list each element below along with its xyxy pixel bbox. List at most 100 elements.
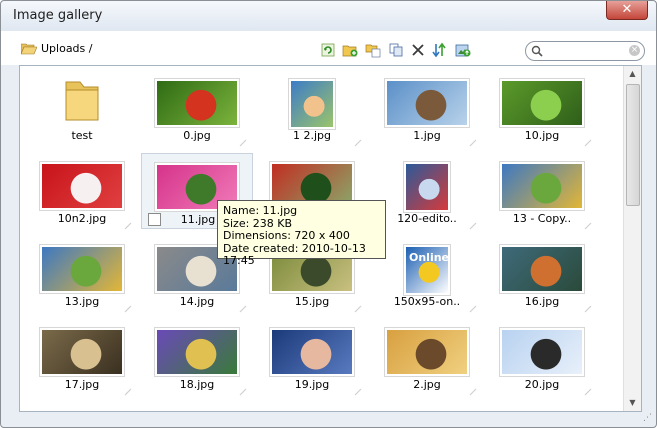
new-folder-icon[interactable] [342, 42, 358, 58]
thumbnail-image: Online [406, 247, 450, 293]
thumbnail-frame [499, 78, 585, 128]
image-thumbnail-item[interactable]: 16.jpg [486, 236, 598, 313]
item-label: 2.jpg [413, 378, 441, 391]
thumbnail-image [387, 81, 467, 125]
image-thumbnail-item[interactable]: 0.jpg [141, 70, 253, 147]
rename-icon[interactable] [469, 215, 477, 230]
clear-search-icon[interactable]: × [629, 45, 640, 56]
file-info-tooltip: Name: 11.jpg Size: 238 KB Dimensions: 72… [217, 200, 386, 267]
item-label: 13.jpg [64, 295, 100, 308]
thumbnail-frame [269, 327, 355, 377]
item-label: 120-edito.. [397, 212, 457, 225]
resize-grip-icon[interactable]: ⋰ [643, 413, 652, 423]
image-thumbnail-item[interactable]: 2.jpg [371, 319, 483, 396]
thumbnail-caption: Online [409, 251, 450, 264]
breadcrumb[interactable]: Uploads / [21, 42, 92, 55]
thumbnail-image [502, 330, 582, 374]
image-thumbnail-item[interactable]: 120-edito.. [371, 153, 483, 230]
thumbnail-image [406, 164, 448, 210]
item-label: 14.jpg [179, 295, 215, 308]
thumbnail-frame [499, 161, 585, 211]
rename-icon[interactable] [469, 132, 477, 147]
window-title: Image gallery [13, 8, 103, 23]
title-bar[interactable]: Image gallery ✕ [1, 1, 656, 32]
image-thumbnail-item[interactable]: 20.jpg [486, 319, 598, 396]
rename-icon[interactable] [354, 298, 362, 313]
search-box[interactable]: × [525, 41, 645, 61]
scroll-down-arrow[interactable]: ▼ [624, 395, 641, 411]
rename-icon[interactable] [584, 132, 592, 147]
sort-icon[interactable] [431, 42, 447, 58]
thumbnail-frame [154, 327, 240, 377]
select-checkbox[interactable] [148, 213, 161, 226]
rename-icon[interactable] [239, 132, 247, 147]
copy-icon[interactable] [388, 42, 404, 58]
rename-icon[interactable] [124, 215, 132, 230]
thumbnail-frame [384, 327, 470, 377]
image-thumbnail-item[interactable]: 13 - Copy.. [486, 153, 598, 230]
image-thumbnail-item[interactable]: 19.jpg [256, 319, 368, 396]
item-label: 13 - Copy.. [512, 212, 572, 225]
breadcrumb-path: Uploads / [41, 42, 93, 55]
rename-icon[interactable] [584, 215, 592, 230]
image-thumbnail-item[interactable]: 17.jpg [26, 319, 138, 396]
vertical-scrollbar[interactable]: ▲ ▼ [623, 66, 641, 411]
item-label: 15.jpg [294, 295, 330, 308]
rename-icon[interactable] [124, 298, 132, 313]
item-label: 20.jpg [524, 378, 560, 391]
rename-icon[interactable] [469, 298, 477, 313]
upload-icon[interactable] [455, 42, 471, 58]
folder-open-icon [21, 43, 37, 54]
rename-icon[interactable] [584, 381, 592, 396]
thumbnail-frame [154, 78, 240, 128]
close-button[interactable]: ✕ [606, 1, 648, 20]
item-label: 10n2.jpg [57, 212, 107, 225]
item-label: 1.jpg [413, 129, 441, 142]
thumbnail-image [42, 247, 122, 291]
thumbnail-image [502, 164, 582, 208]
folder-item[interactable]: test [26, 70, 138, 146]
delete-icon[interactable] [410, 42, 426, 58]
thumbnail-frame [499, 327, 585, 377]
rename-icon[interactable] [584, 298, 592, 313]
rename-icon[interactable] [124, 381, 132, 396]
rename-icon[interactable] [354, 132, 362, 147]
rename-icon[interactable] [469, 381, 477, 396]
tooltip-date-created: Date created: 2010-10-13 17:45 [223, 241, 366, 267]
thumbnail-frame [403, 161, 451, 213]
item-label: test [71, 129, 93, 142]
paste-icon[interactable] [365, 42, 381, 58]
item-label: 16.jpg [524, 295, 560, 308]
image-thumbnail-item[interactable]: 1.jpg [371, 70, 483, 147]
image-thumbnail-item[interactable]: 13.jpg [26, 236, 138, 313]
scroll-up-arrow[interactable]: ▲ [624, 66, 641, 82]
thumbnail-image [42, 164, 122, 208]
image-thumbnail-item[interactable]: 18.jpg [141, 319, 253, 396]
item-label: 10.jpg [524, 129, 560, 142]
thumbnail-image [157, 330, 237, 374]
thumbnail-frame [384, 78, 470, 128]
item-label: 1 2.jpg [292, 129, 331, 142]
image-thumbnail-item[interactable]: 1 2.jpg [256, 70, 368, 147]
item-label: 19.jpg [294, 378, 330, 391]
thumbnail-frame [39, 244, 125, 294]
thumbnail-frame [39, 327, 125, 377]
scroll-thumb[interactable] [626, 84, 640, 206]
search-input[interactable] [548, 43, 628, 59]
image-thumbnail-item[interactable]: 10n2.jpg [26, 153, 138, 230]
image-thumbnail-item[interactable]: Online 150x95-on.. [371, 236, 483, 313]
thumbnail-image [291, 81, 333, 127]
item-label: 0.jpg [183, 129, 211, 142]
tooltip-dimensions: Dimensions: 720 x 400 [223, 229, 350, 242]
thumbnail-frame [39, 161, 125, 211]
thumbnail-frame [288, 78, 336, 130]
thumbnail-frame [499, 244, 585, 294]
rename-icon[interactable] [239, 298, 247, 313]
image-thumbnail-item[interactable]: 10.jpg [486, 70, 598, 147]
item-label: 18.jpg [179, 378, 215, 391]
thumbnail-image [272, 330, 352, 374]
rename-icon[interactable] [239, 381, 247, 396]
folder-icon [65, 81, 99, 121]
refresh-icon[interactable] [320, 42, 336, 58]
rename-icon[interactable] [354, 381, 362, 396]
